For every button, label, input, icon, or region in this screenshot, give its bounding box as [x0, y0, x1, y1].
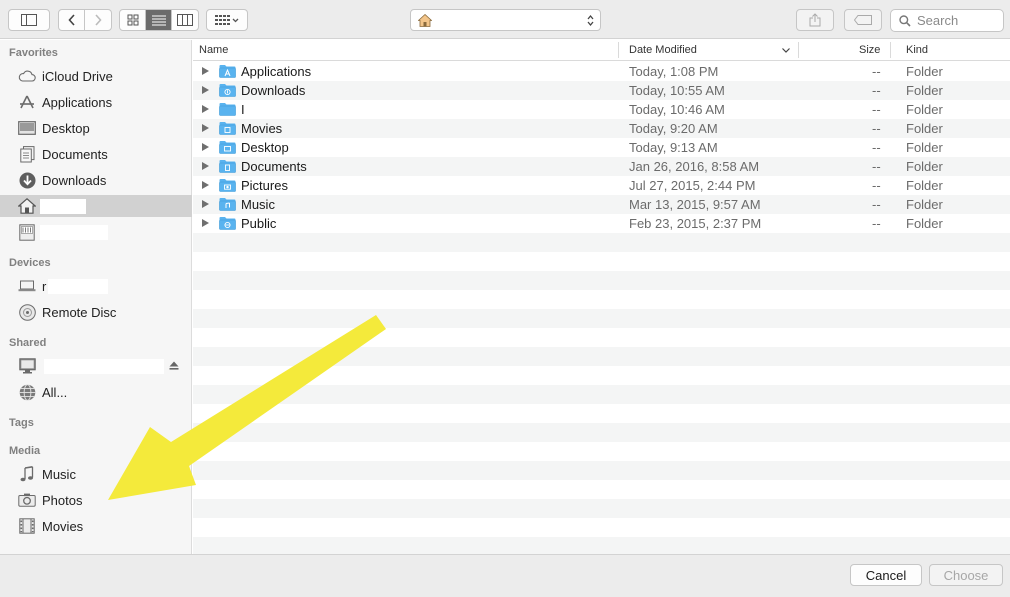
- choose-button[interactable]: Choose: [929, 564, 1003, 586]
- cancel-button[interactable]: Cancel: [850, 564, 922, 586]
- annotation-arrow: [108, 315, 386, 500]
- dialog-footer: Cancel Choose: [0, 554, 1010, 597]
